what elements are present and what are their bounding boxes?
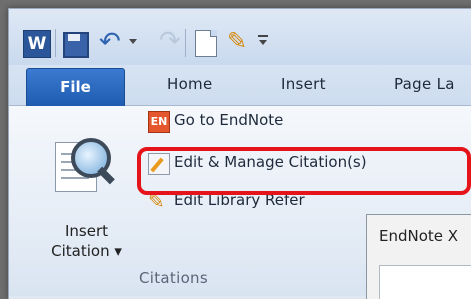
go-to-endnote-label: Go to EndNote — [174, 111, 284, 129]
quick-access-toolbar: W ↶ ↷ ✎ — [9, 9, 471, 65]
endnote-icon: EN — [148, 111, 170, 133]
tab-page-layout[interactable]: Page La — [394, 75, 455, 93]
ribbon-tabs: File Home Insert Page La — [9, 65, 471, 106]
word-app-icon[interactable]: W — [23, 30, 51, 58]
insert-citation-label: Insert — [64, 222, 109, 240]
save-icon[interactable] — [63, 32, 89, 58]
toolbar-divider — [55, 29, 56, 57]
undo-icon[interactable]: ↶ — [99, 29, 121, 55]
format-painter-icon[interactable]: ✎ — [227, 28, 247, 54]
toolbar-divider — [185, 29, 186, 57]
word-window: W ↶ ↷ ✎ File Home Insert Page La Insert … — [8, 8, 471, 299]
tab-insert[interactable]: Insert — [281, 75, 326, 93]
magnifier-document-icon — [55, 138, 115, 194]
tab-file[interactable]: File — [26, 68, 125, 106]
new-document-icon[interactable] — [195, 30, 217, 57]
popup-content — [379, 265, 471, 299]
redo-icon[interactable]: ↷ — [159, 28, 181, 54]
popup-title: EndNote X — [379, 227, 459, 245]
citations-group-label: Citations — [139, 269, 208, 287]
endnote-popup: EndNote X — [366, 214, 471, 299]
insert-citation-button[interactable]: Insert Citation ▾ — [39, 136, 134, 286]
highlight-box — [137, 147, 471, 195]
tab-home[interactable]: Home — [167, 75, 213, 93]
undo-dropdown-icon[interactable] — [129, 39, 137, 44]
customize-toolbar-icon[interactable] — [258, 35, 268, 45]
insert-citation-dropdown-label[interactable]: Citation ▾ — [39, 242, 134, 260]
